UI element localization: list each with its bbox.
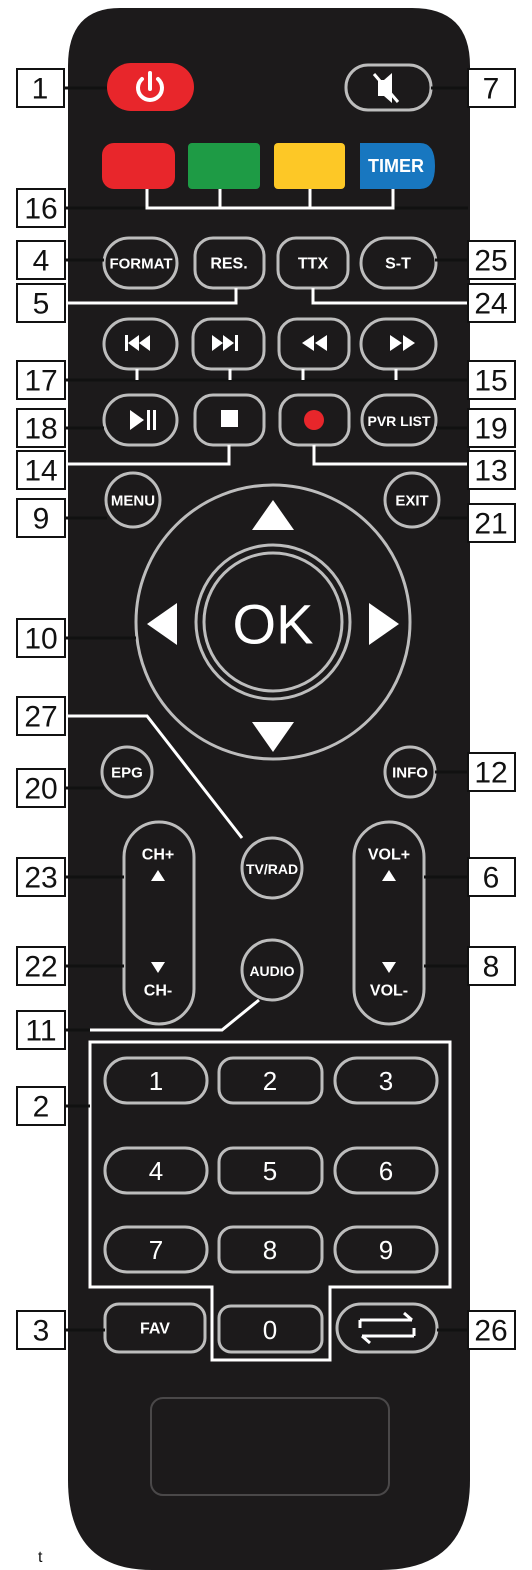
callout-3: 3 <box>33 1315 50 1348</box>
callout-25: 25 <box>474 245 507 278</box>
digit-7-label: 7 <box>149 1235 163 1265</box>
callout-16: 16 <box>24 193 57 226</box>
callout-23: 23 <box>24 862 57 895</box>
digit-5-label: 5 <box>263 1156 277 1186</box>
callout-17: 17 <box>24 365 57 398</box>
power-button[interactable] <box>107 63 194 111</box>
callout-8: 8 <box>483 951 500 984</box>
digit-1-label: 1 <box>149 1066 163 1096</box>
digit-0-label: 0 <box>263 1315 277 1345</box>
info-label: INFO <box>392 765 428 782</box>
ch-minus-label[interactable]: CH- <box>144 983 172 1000</box>
stop-icon <box>221 410 238 427</box>
vol-minus-label[interactable]: VOL- <box>370 983 408 1000</box>
pvr-list-label: PVR LIST <box>367 413 430 429</box>
epg-label: EPG <box>111 765 143 782</box>
callout-14: 14 <box>24 455 57 488</box>
callout-27: 27 <box>24 701 57 734</box>
timer-label: TIMER <box>368 156 424 176</box>
callout-2: 2 <box>33 1091 50 1124</box>
callout-22: 22 <box>24 951 57 984</box>
callout-12: 12 <box>474 757 507 790</box>
digit-4-label: 4 <box>149 1156 163 1186</box>
digit-9-label: 9 <box>379 1235 393 1265</box>
callout-1: 1 <box>32 73 49 106</box>
ttx-label: TTX <box>298 256 329 273</box>
callout-21: 21 <box>474 508 507 541</box>
callout-15: 15 <box>474 365 507 398</box>
callout-13: 13 <box>474 455 507 488</box>
callout-10: 10 <box>24 623 57 656</box>
red-button[interactable] <box>102 143 175 189</box>
tv-rad-label: TV/RAD <box>246 861 298 877</box>
res-label: RES. <box>210 256 247 273</box>
record-icon <box>304 410 324 430</box>
timer-button[interactable]: TIMER <box>360 143 435 189</box>
fav-label: FAV <box>140 1321 170 1338</box>
format-label: FORMAT <box>109 256 172 273</box>
audio-label: AUDIO <box>249 963 294 979</box>
callout-4: 4 <box>33 245 50 278</box>
footer-fragment: t <box>38 1549 43 1566</box>
callout-6: 6 <box>483 862 500 895</box>
digit-6-label: 6 <box>379 1156 393 1186</box>
menu-label: MENU <box>111 493 155 510</box>
callout-18: 18 <box>24 413 57 446</box>
callout-11: 11 <box>25 1015 56 1048</box>
callout-19: 19 <box>474 413 507 446</box>
green-button[interactable] <box>188 143 260 189</box>
callout-26: 26 <box>474 1315 507 1348</box>
digit-3-label: 3 <box>379 1066 393 1096</box>
vol-plus-label[interactable]: VOL+ <box>368 847 410 864</box>
digit-2-label: 2 <box>263 1066 277 1096</box>
exit-label: EXIT <box>395 493 428 510</box>
callout-7: 7 <box>483 73 500 106</box>
ch-plus-label[interactable]: CH+ <box>142 847 174 864</box>
callout-20: 20 <box>24 773 57 806</box>
callout-5: 5 <box>33 288 50 321</box>
callout-9: 9 <box>33 503 50 536</box>
st-label: S-T <box>385 256 411 273</box>
remote-diagram: TIMER FORMAT RES. TTX S-T PVR LIST MENU … <box>16 8 516 1570</box>
ok-label: OK <box>233 593 314 656</box>
digit-8-label: 8 <box>263 1235 277 1265</box>
callout-24: 24 <box>474 288 507 321</box>
yellow-button[interactable] <box>274 143 345 189</box>
